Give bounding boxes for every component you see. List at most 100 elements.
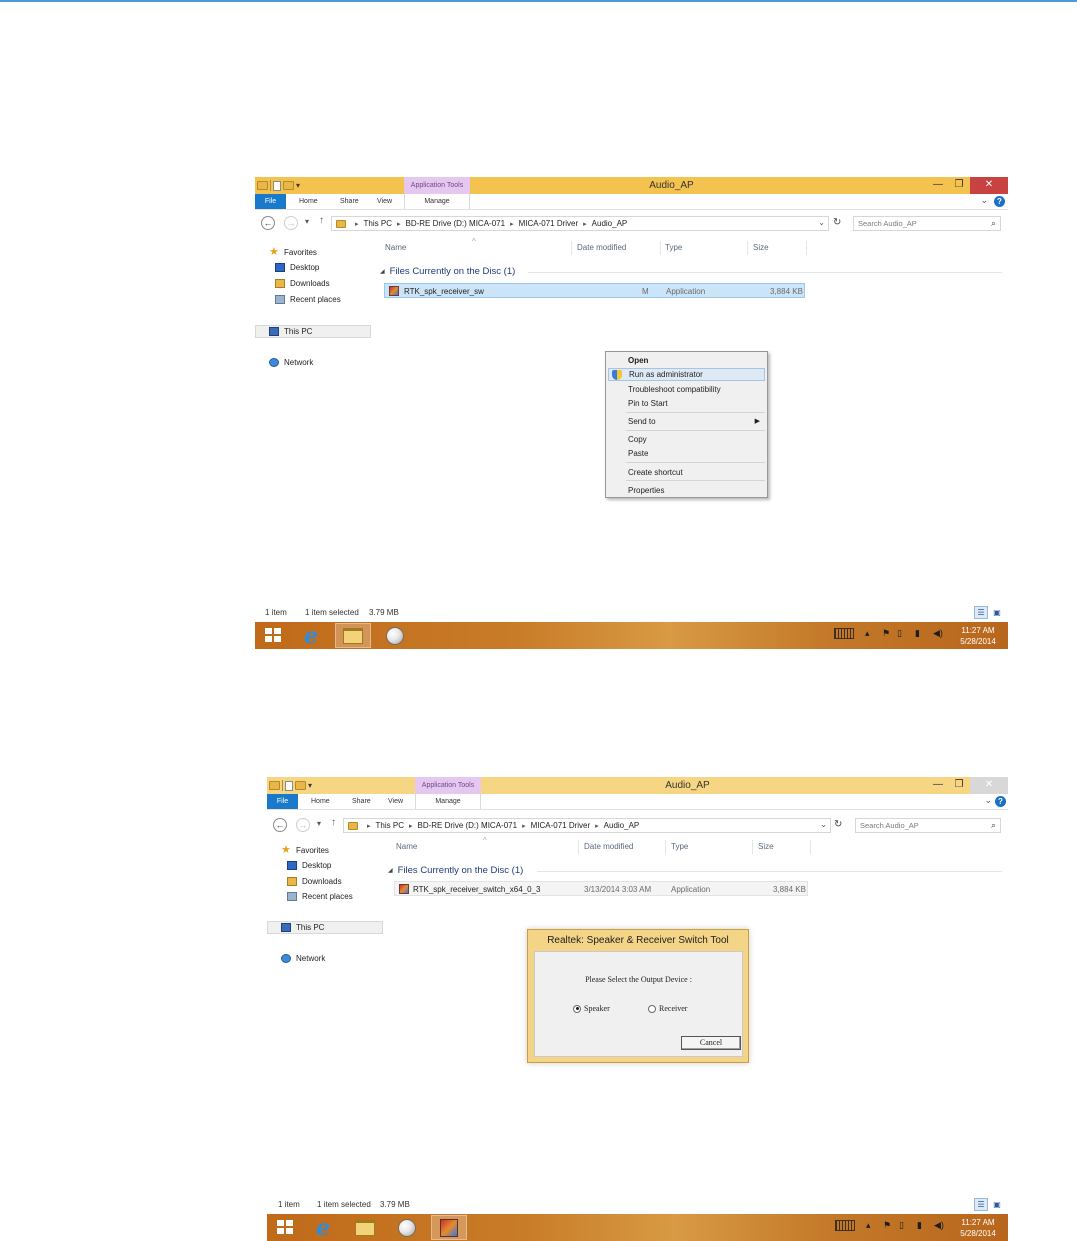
minimize-button[interactable]: — — [927, 177, 949, 194]
close-button[interactable]: ✕ — [970, 777, 1008, 794]
nav-recent-places[interactable]: Recent places — [275, 295, 341, 304]
menu-pin-to-start[interactable]: Pin to Start — [608, 397, 765, 410]
customize-toolbar-icon[interactable]: ▾ — [296, 181, 300, 190]
network-tray-icon[interactable]: ▮ — [915, 628, 920, 639]
system-clock[interactable]: 11:27 AM 5/28/2014 — [949, 625, 1007, 647]
chevron-down-icon[interactable]: ⌄ — [984, 795, 992, 806]
column-size[interactable]: Size — [758, 842, 774, 851]
column-divider[interactable] — [806, 241, 807, 255]
breadcrumb-driver-folder[interactable]: MICA-071 Driver — [531, 821, 591, 830]
tab-manage[interactable]: Manage — [404, 194, 470, 209]
menu-create-shortcut[interactable]: Create shortcut — [608, 466, 765, 479]
nav-desktop[interactable]: Desktop — [275, 263, 319, 272]
help-icon[interactable]: ? — [995, 796, 1006, 807]
search-icon[interactable]: ⌕ — [991, 217, 996, 230]
address-bar[interactable]: ▸ This PC ▸ BD-RE Drive (D:) MICA-071 ▸ … — [343, 818, 831, 833]
speaker-radio[interactable]: Speaker — [573, 1004, 610, 1013]
close-button[interactable]: ✕ — [970, 177, 1008, 194]
up-arrow-icon[interactable]: ↑ — [331, 817, 336, 828]
action-center-flag-icon[interactable]: ⚑ — [882, 628, 890, 639]
chevron-down-icon[interactable]: ⌄ — [980, 195, 988, 206]
maximize-button[interactable]: ❐ — [948, 177, 970, 194]
customize-toolbar-icon[interactable]: ▾ — [308, 781, 312, 790]
internet-explorer-icon[interactable]: e — [293, 623, 329, 648]
nav-recent-places[interactable]: Recent places — [287, 892, 353, 901]
touch-keyboard-icon[interactable] — [835, 1220, 855, 1233]
show-hidden-icons-icon[interactable]: ▴ — [865, 628, 870, 639]
help-icon[interactable]: ? — [994, 196, 1005, 207]
nav-this-pc[interactable]: This PC — [281, 923, 324, 932]
realtek-tool-icon[interactable] — [431, 1215, 467, 1240]
breadcrumb-this-pc[interactable]: This PC — [376, 821, 404, 830]
show-hidden-icons-icon[interactable]: ▴ — [866, 1220, 871, 1231]
breadcrumb-audio-folder[interactable]: Audio_AP — [604, 821, 640, 830]
forward-button[interactable]: → — [284, 216, 298, 230]
column-divider[interactable] — [810, 840, 811, 854]
column-date-modified[interactable]: Date modified — [584, 842, 633, 851]
recent-locations-chevron-icon[interactable]: ▾ — [317, 819, 321, 828]
up-arrow-icon[interactable]: ↑ — [319, 215, 324, 226]
breadcrumb-drive[interactable]: BD-RE Drive (D:) MICA-071 — [417, 821, 517, 830]
collapse-triangle-icon[interactable]: ◢ — [380, 268, 385, 275]
column-date-modified[interactable]: Date modified — [577, 243, 626, 252]
nav-network[interactable]: Network — [269, 358, 313, 367]
tab-file[interactable]: File — [255, 194, 286, 209]
breadcrumb-this-pc[interactable]: This PC — [364, 219, 392, 228]
details-view-icon[interactable]: ☰ — [974, 1198, 988, 1211]
properties-icon[interactable] — [273, 180, 281, 191]
refresh-icon[interactable]: ↻ — [833, 217, 841, 228]
file-explorer-icon[interactable] — [335, 623, 371, 648]
column-divider[interactable] — [665, 840, 666, 854]
nav-desktop[interactable]: Desktop — [287, 861, 331, 870]
action-center-flag-icon[interactable]: ⚑ — [883, 1220, 891, 1231]
file-row[interactable]: RTK_spk_receiver_sw M Application 3,884 … — [384, 283, 805, 298]
collapse-triangle-icon[interactable]: ◢ — [388, 867, 393, 874]
file-row[interactable]: RTK_spk_receiver_switch_x64_0_3 3/13/201… — [394, 881, 808, 896]
power-icon[interactable]: ▯ — [899, 1220, 904, 1231]
tab-share[interactable]: Share — [352, 794, 371, 809]
cancel-button[interactable]: Cancel — [681, 1036, 741, 1050]
column-name[interactable]: Name — [396, 842, 417, 851]
maximize-button[interactable]: ❐ — [948, 777, 970, 794]
windows-start-icon[interactable] — [265, 628, 281, 643]
breadcrumb-drive[interactable]: BD-RE Drive (D:) MICA-071 — [405, 219, 505, 228]
group-header[interactable]: ◢ Files Currently on the Disc (1) — [380, 266, 515, 277]
column-divider[interactable] — [660, 241, 661, 255]
file-explorer-icon[interactable] — [347, 1215, 383, 1240]
back-button[interactable]: ← — [273, 818, 287, 832]
tab-view[interactable]: View — [388, 794, 403, 809]
receiver-radio[interactable]: Receiver — [648, 1004, 687, 1013]
paint-icon[interactable] — [377, 623, 413, 648]
column-type[interactable]: Type — [671, 842, 688, 851]
tab-home[interactable]: Home — [311, 794, 330, 809]
network-tray-icon[interactable]: ▮ — [917, 1220, 922, 1231]
column-divider[interactable] — [571, 241, 572, 255]
nav-downloads[interactable]: Downloads — [275, 279, 330, 288]
tab-view[interactable]: View — [377, 194, 392, 209]
menu-troubleshoot-compatibility[interactable]: Troubleshoot compatibility — [608, 383, 765, 396]
column-divider[interactable] — [578, 840, 579, 854]
nav-favorites[interactable]: ★ Favorites — [269, 247, 317, 258]
menu-run-as-administrator[interactable]: Run as administrator — [608, 368, 765, 381]
address-dropdown-icon[interactable]: ⌄ — [818, 218, 825, 227]
column-name[interactable]: Name — [385, 243, 406, 252]
forward-button[interactable]: → — [296, 818, 310, 832]
touch-keyboard-icon[interactable] — [834, 628, 854, 641]
tab-manage[interactable]: Manage — [415, 794, 481, 809]
power-icon[interactable]: ▯ — [897, 628, 902, 639]
nav-this-pc[interactable]: This PC — [269, 327, 312, 336]
column-divider[interactable] — [747, 241, 748, 255]
breadcrumb-driver-folder[interactable]: MICA-071 Driver — [519, 219, 579, 228]
menu-send-to[interactable]: Send to ▶ — [608, 415, 765, 428]
volume-icon[interactable]: ◀) — [934, 1220, 944, 1231]
minimize-button[interactable]: — — [927, 777, 949, 794]
column-divider[interactable] — [752, 840, 753, 854]
internet-explorer-icon[interactable]: e — [305, 1215, 341, 1240]
tab-home[interactable]: Home — [299, 194, 318, 209]
large-icons-view-icon[interactable]: ▣ — [990, 1198, 1004, 1211]
back-button[interactable]: ← — [261, 216, 275, 230]
nav-favorites[interactable]: ★ Favorites — [281, 845, 329, 856]
search-input[interactable]: Search Audio_AP ⌕ — [853, 216, 1001, 231]
large-icons-view-icon[interactable]: ▣ — [990, 606, 1004, 619]
search-input[interactable]: Search Audio_AP ⌕ — [855, 818, 1001, 833]
